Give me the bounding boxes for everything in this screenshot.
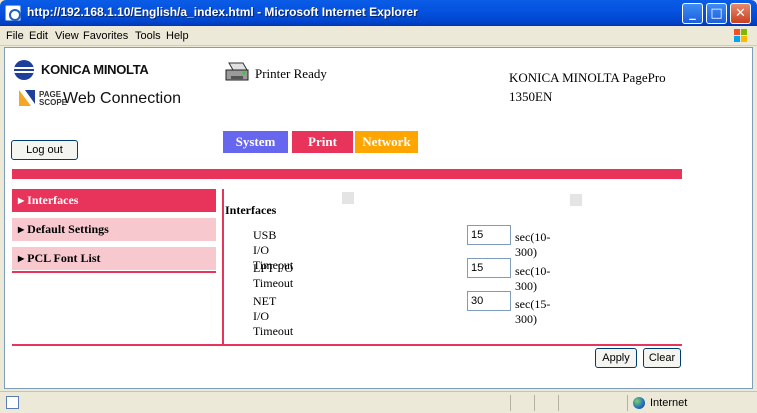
status-bar: Internet (0, 391, 757, 413)
tab-print[interactable]: Print (292, 131, 353, 153)
web-connection-title: Web Connection (63, 90, 181, 107)
sidebar-item-default-settings[interactable]: ▶ Default Settings (12, 218, 216, 241)
placeholder-image (570, 194, 582, 206)
net-timeout-unit: sec(15-300) (515, 297, 551, 326)
menu-tools[interactable]: Tools (135, 30, 161, 42)
net-timeout-input[interactable] (467, 291, 511, 311)
arrow-right-icon: ▶ (18, 254, 25, 263)
printer-icon (225, 62, 249, 81)
sidebar-vertical-divider (222, 189, 224, 344)
sidebar-divider (12, 271, 216, 273)
header-divider (12, 169, 682, 179)
sidebar-item-label: PCL Font List (27, 251, 101, 265)
window-title-bar[interactable]: http://192.168.1.10/English/a_index.html… (0, 0, 757, 26)
status-separator (558, 395, 559, 411)
menu-view[interactable]: View (55, 30, 79, 42)
menu-bar: File Edit View Favorites Tools Help (0, 26, 757, 46)
minimize-button[interactable]: _ (682, 3, 703, 24)
brand-name: KONICA MINOLTA (41, 62, 149, 77)
lpt-timeout-label: LPT I/O Timeout (253, 261, 294, 290)
internet-globe-icon (633, 397, 645, 409)
printer-status: Printer Ready (255, 66, 327, 81)
arrow-right-icon: ▶ (18, 196, 25, 205)
status-separator (534, 395, 535, 411)
section-title: Interfaces (225, 203, 277, 217)
page-content: KONICA MINOLTA PAGE SCOPE Web Connection… (4, 47, 753, 389)
sidebar-item-pcl-font-list[interactable]: ▶ PCL Font List (12, 247, 216, 270)
lpt-timeout-unit: sec(10-300) (515, 264, 551, 293)
arrow-right-icon: ▶ (18, 225, 25, 234)
menu-help[interactable]: Help (166, 30, 189, 42)
lpt-timeout-input[interactable] (467, 258, 511, 278)
security-zone: Internet (650, 397, 688, 409)
tab-system[interactable]: System (223, 131, 288, 153)
menu-edit[interactable]: Edit (29, 30, 48, 42)
tab-network[interactable]: Network (355, 131, 418, 153)
usb-timeout-input[interactable] (467, 225, 511, 245)
windows-logo-icon (734, 29, 747, 42)
close-button[interactable]: ✕ (730, 3, 751, 24)
menu-favorites[interactable]: Favorites (83, 30, 128, 42)
usb-timeout-unit: sec(10-300) (515, 230, 551, 259)
form-divider (12, 344, 682, 346)
net-timeout-label: NET I/O Timeout (253, 294, 294, 338)
konica-minolta-logo-icon (14, 60, 34, 80)
sidebar-item-label: Default Settings (27, 222, 109, 236)
menu-file[interactable]: File (6, 30, 24, 42)
status-separator (510, 395, 511, 411)
ie-icon (5, 5, 21, 21)
apply-button[interactable]: Apply (595, 348, 637, 368)
placeholder-image (342, 192, 354, 204)
printer-model: KONICA MINOLTA PagePro 1350EN (509, 70, 666, 104)
clear-button[interactable]: Clear (643, 348, 681, 368)
maximize-button[interactable]: □ (706, 3, 727, 24)
sidebar-item-interfaces[interactable]: ▶ Interfaces (12, 189, 216, 212)
sidebar-item-label: Interfaces (27, 193, 79, 207)
window-title: http://192.168.1.10/English/a_index.html… (27, 5, 418, 19)
logout-button[interactable]: Log out (11, 140, 78, 160)
page-icon (6, 396, 19, 409)
status-separator (627, 395, 628, 411)
